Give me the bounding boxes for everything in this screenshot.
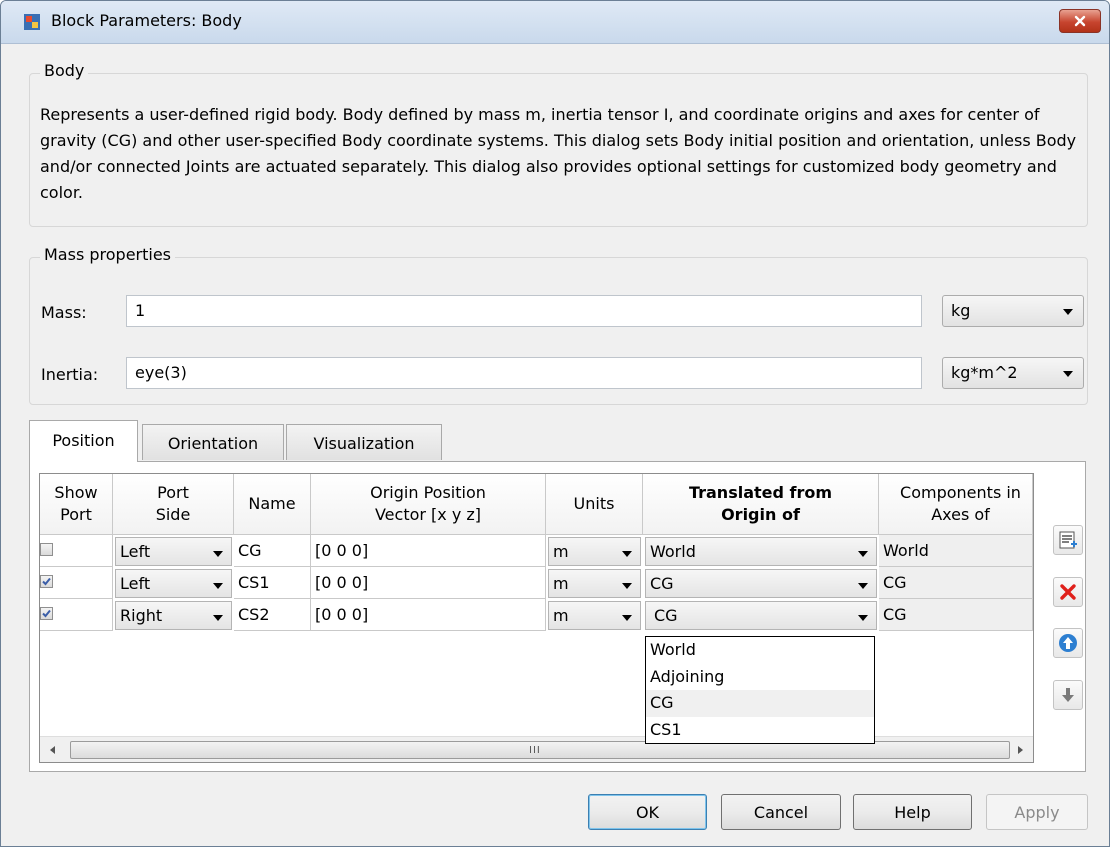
scroll-right-button[interactable] — [1011, 737, 1029, 762]
port-side-select[interactable]: Left — [115, 537, 232, 566]
body-description: Represents a user-defined rigid body. Bo… — [40, 105, 1077, 202]
chevron-down-icon — [1063, 309, 1073, 315]
close-button[interactable] — [1059, 9, 1101, 33]
close-icon — [1074, 15, 1086, 27]
move-down-icon — [1062, 688, 1074, 702]
dropdown-option-world[interactable]: World — [646, 637, 874, 664]
title-bar: Block Parameters: Body — [1, 1, 1109, 44]
show-port-checkbox[interactable] — [40, 543, 53, 556]
translated-from-value: CG — [650, 574, 674, 593]
cancel-button[interactable]: Cancel — [721, 794, 841, 830]
mass-field[interactable]: 1 — [126, 295, 922, 327]
checkmark-icon — [42, 609, 51, 618]
chevron-down-icon — [213, 615, 223, 621]
chevron-down-icon — [213, 583, 223, 589]
header-units: Units — [546, 474, 643, 535]
units-value: m — [553, 542, 569, 561]
header-name: Name — [234, 474, 311, 535]
help-button[interactable]: Help — [853, 794, 972, 830]
mass-units-value: kg — [951, 301, 971, 320]
move-up-icon — [1059, 634, 1077, 652]
header-translated-from: Translated from Origin of — [643, 474, 879, 535]
name-cell[interactable]: CS1 — [234, 567, 311, 599]
add-row-icon — [1059, 531, 1077, 549]
origin-vector-cell[interactable]: [0 0 0] — [311, 535, 546, 567]
delete-row-button[interactable] — [1053, 577, 1083, 607]
name-cell[interactable]: CG — [234, 535, 311, 567]
show-port-checkbox[interactable] — [40, 575, 53, 588]
mass-label: Mass: — [41, 303, 87, 322]
chevron-down-icon — [1063, 371, 1073, 377]
delete-icon — [1060, 584, 1076, 600]
body-description-group: Body Represents a user-defined rigid bod… — [29, 61, 1088, 227]
chevron-down-icon — [213, 551, 223, 557]
inertia-units-value: kg*m^2 — [951, 363, 1018, 382]
checkmark-icon — [42, 577, 51, 586]
table-row-cs2-show-port[interactable] — [40, 599, 113, 631]
components-in-cell[interactable]: CG — [879, 599, 1033, 631]
units-select[interactable]: m — [548, 537, 641, 566]
components-in-cell[interactable]: CG — [879, 567, 1033, 599]
move-up-button[interactable] — [1053, 628, 1083, 658]
inertia-label: Inertia: — [41, 365, 99, 384]
header-show-port: Show Port — [40, 474, 113, 535]
chevron-down-icon — [858, 551, 868, 557]
dropdown-option-adjoining[interactable]: Adjoining — [646, 664, 874, 691]
translated-from-dropdown-list: World Adjoining CG CS1 — [645, 636, 875, 744]
port-side-select[interactable]: Left — [115, 569, 232, 598]
coordinate-systems-table: Show Port Port Side Name Origin Position… — [39, 473, 1034, 763]
units-select[interactable]: m — [548, 601, 641, 630]
units-value: m — [553, 574, 569, 593]
translated-from-select[interactable]: CG — [645, 569, 877, 598]
translated-from-value: CG — [654, 606, 678, 625]
chevron-down-icon — [622, 615, 632, 621]
move-down-button[interactable] — [1053, 680, 1083, 710]
dropdown-option-cg[interactable]: CG — [646, 690, 874, 717]
components-in-cell[interactable]: World — [879, 535, 1033, 567]
mass-units-select[interactable]: kg — [942, 295, 1084, 327]
mass-properties-title: Mass properties — [40, 245, 176, 264]
apply-button[interactable]: Apply — [986, 794, 1088, 830]
window-title: Block Parameters: Body — [51, 11, 242, 30]
show-port-checkbox[interactable] — [40, 607, 53, 620]
translated-from-value: World — [650, 542, 696, 561]
horizontal-scrollbar[interactable]: III — [40, 736, 1033, 762]
tab-orientation[interactable]: Orientation — [142, 424, 284, 460]
chevron-down-icon — [622, 551, 632, 557]
translated-from-select-open[interactable]: CG — [645, 601, 877, 630]
name-cell[interactable]: CS2 — [234, 599, 311, 631]
chevron-down-icon — [858, 583, 868, 589]
chevron-down-icon — [622, 583, 632, 589]
chevron-down-icon — [858, 615, 868, 621]
inertia-field[interactable]: eye(3) — [126, 357, 922, 389]
tab-position[interactable]: Position — [29, 420, 138, 462]
add-row-button[interactable] — [1053, 525, 1083, 555]
ok-button[interactable]: OK — [588, 794, 707, 830]
inertia-units-select[interactable]: kg*m^2 — [942, 357, 1084, 389]
body-group-title: Body — [40, 61, 89, 80]
scroll-left-button[interactable] — [44, 737, 62, 762]
header-port-side: Port Side — [113, 474, 234, 535]
tab-visualization[interactable]: Visualization — [286, 424, 442, 460]
scroll-right-icon — [1018, 746, 1023, 754]
simulink-app-icon — [24, 14, 40, 30]
port-side-value: Right — [120, 606, 163, 625]
dropdown-option-cs1[interactable]: CS1 — [646, 717, 874, 744]
units-value: m — [553, 606, 569, 625]
header-origin-position: Origin Position Vector [x y z] — [311, 474, 546, 535]
units-select[interactable]: m — [548, 569, 641, 598]
translated-from-select[interactable]: World — [645, 537, 877, 566]
port-side-value: Left — [120, 574, 151, 593]
scroll-left-icon — [50, 746, 55, 754]
header-components-in: Components in Axes of — [879, 474, 1033, 535]
port-side-select[interactable]: Right — [115, 601, 232, 630]
table-row-cs1-show-port[interactable] — [40, 567, 113, 599]
table-row-cg-show-port[interactable] — [40, 535, 113, 567]
port-side-value: Left — [120, 542, 151, 561]
origin-vector-cell[interactable]: [0 0 0] — [311, 567, 546, 599]
origin-vector-cell[interactable]: [0 0 0] — [311, 599, 546, 631]
scroll-grip: III — [529, 745, 541, 756]
